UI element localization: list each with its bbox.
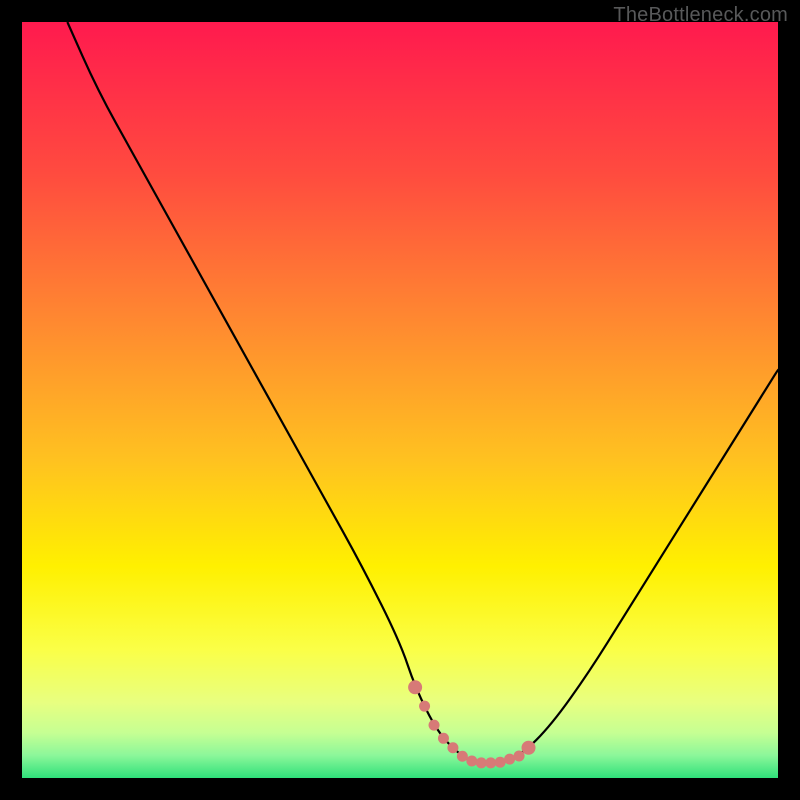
optimal-point [485, 757, 496, 768]
optimal-point [495, 757, 506, 768]
chart-frame: TheBottleneck.com [0, 0, 800, 800]
optimal-point [438, 733, 449, 744]
optimal-point [466, 755, 477, 766]
optimal-point [476, 757, 487, 768]
watermark-text: TheBottleneck.com [613, 4, 788, 27]
optimal-point [514, 750, 525, 761]
optimal-point [408, 680, 422, 694]
bottleneck-chart [22, 22, 778, 778]
optimal-point [522, 741, 536, 755]
optimal-point [504, 754, 515, 765]
optimal-point [429, 720, 440, 731]
optimal-point [457, 751, 468, 762]
optimal-point [447, 742, 458, 753]
optimal-point [419, 701, 430, 712]
plot-area [22, 22, 778, 778]
gradient-background [22, 22, 778, 778]
